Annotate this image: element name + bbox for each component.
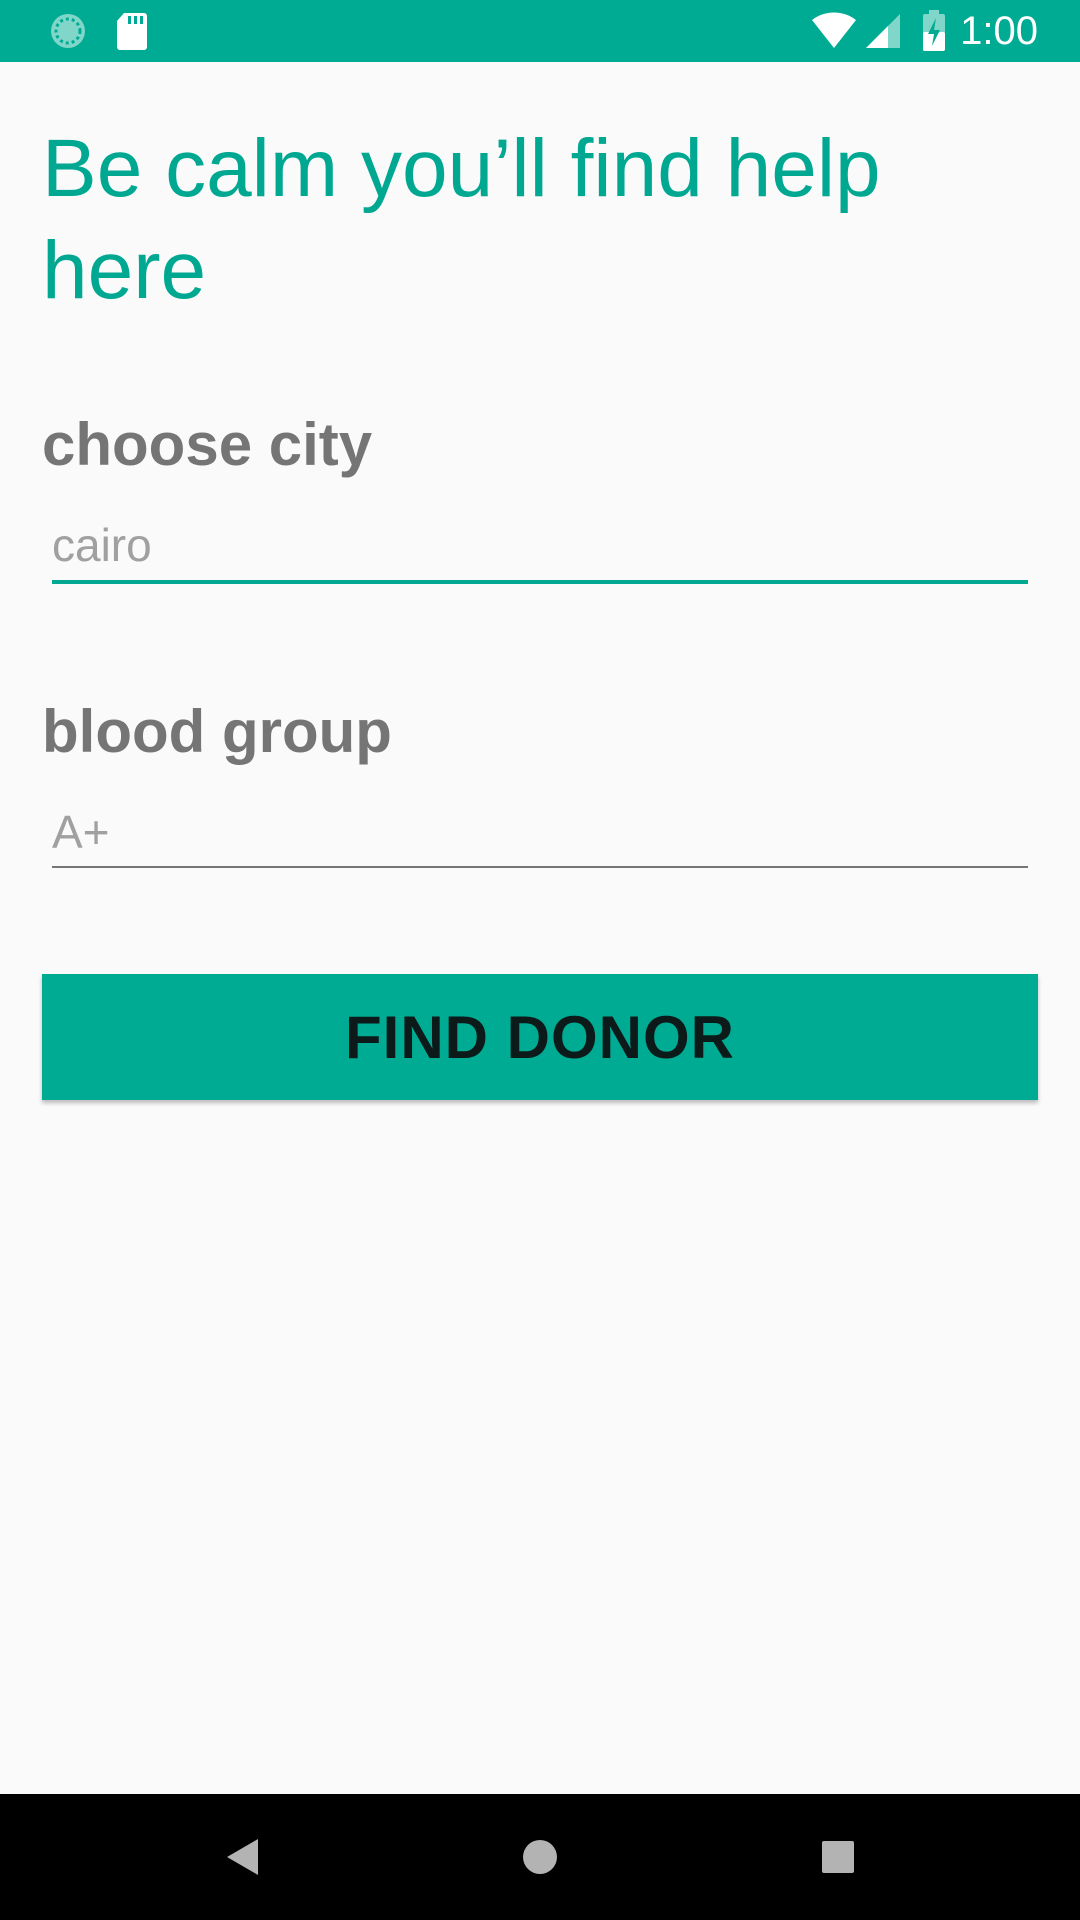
sd-card-icon	[116, 11, 148, 56]
back-icon[interactable]	[212, 1827, 272, 1887]
blood-group-label: blood group	[42, 698, 392, 765]
home-icon[interactable]	[510, 1827, 570, 1887]
city-input-underline	[52, 580, 1028, 584]
status-bar: 1:00	[0, 0, 1080, 62]
city-input[interactable]	[52, 510, 1028, 580]
navigation-bar	[0, 1794, 1080, 1920]
city-label: choose city	[42, 411, 373, 478]
screen: 1:00 Be calm you’ll find help here choos…	[0, 0, 1080, 1920]
page-title: Be calm you’ll find help here	[42, 123, 881, 316]
loading-circle-icon	[48, 11, 88, 56]
battery-charging-icon	[922, 10, 946, 57]
clock: 1:00	[960, 9, 1038, 53]
blood-group-input-underline	[52, 866, 1028, 868]
blood-group-input[interactable]	[52, 797, 1028, 867]
wifi-icon	[810, 10, 858, 55]
cell-signal-icon	[864, 12, 902, 55]
recents-icon[interactable]	[808, 1827, 868, 1887]
find-donor-button[interactable]: FIND DONOR	[42, 974, 1038, 1100]
